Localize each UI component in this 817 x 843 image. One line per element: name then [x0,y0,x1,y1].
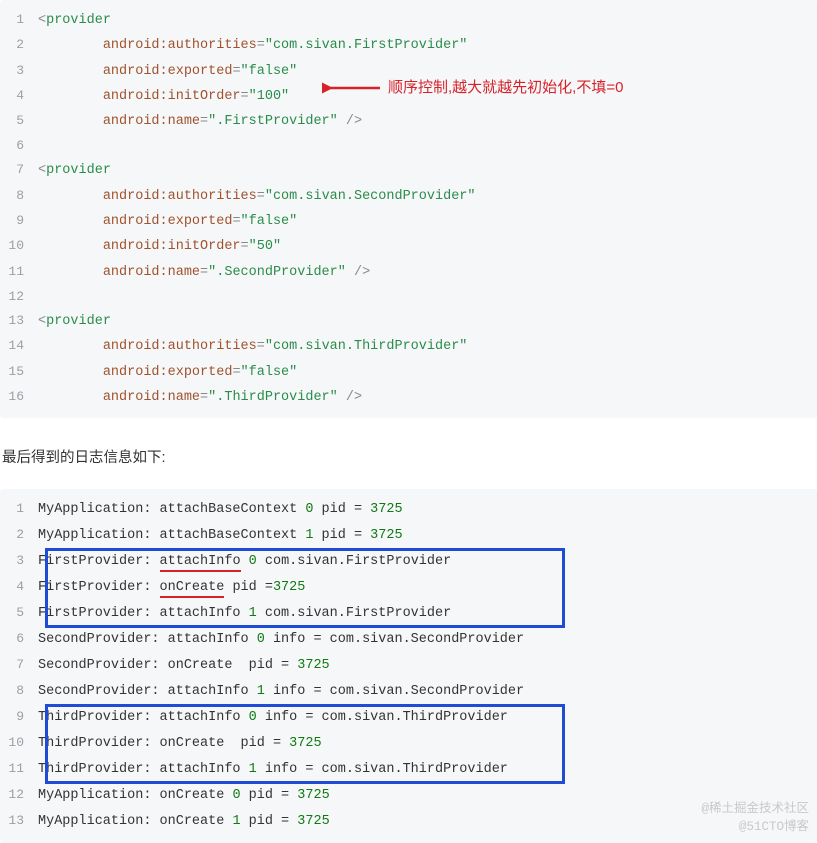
line-number: 4 [0,84,38,107]
line-number: 7 [0,653,38,677]
line-number: 13 [0,309,38,332]
log-line: 6SecondProvider: attachInfo 0 info = com… [0,627,817,653]
code-content: android:exported="false" [38,60,297,84]
line-number: 2 [0,33,38,56]
log-line: 10ThirdProvider: onCreate pid = 3725 [0,731,817,757]
code-line: 7<provider [0,158,817,183]
log-output-block: 1MyApplication: attachBaseContext 0 pid … [0,489,817,843]
line-number: 8 [0,679,38,703]
section-label: 最后得到的日志信息如下: [0,418,817,489]
line-number: 5 [0,601,38,625]
code-line: 13<provider [0,309,817,334]
code-line: 6 [0,134,817,158]
line-number: 9 [0,705,38,729]
log-line: 4FirstProvider: onCreate pid =3725 [0,575,817,601]
log-line: 9ThirdProvider: attachInfo 0 info = com.… [0,705,817,731]
code-content: android:authorities="com.sivan.FirstProv… [38,34,467,58]
code-line: 14 android:authorities="com.sivan.ThirdP… [0,334,817,359]
line-number: 3 [0,549,38,573]
code-line: 2 android:authorities="com.sivan.FirstPr… [0,33,817,58]
code-line: 10 android:initOrder="50" [0,234,817,259]
log-content: ThirdProvider: attachInfo 1 info = com.s… [38,758,508,783]
log-content: FirstProvider: attachInfo 1 com.sivan.Fi… [38,602,451,627]
line-number: 13 [0,809,38,833]
line-number: 2 [0,523,38,547]
code-content: android:authorities="com.sivan.ThirdProv… [38,335,467,359]
log-line: 7SecondProvider: onCreate pid = 3725 [0,653,817,679]
line-number: 10 [0,234,38,257]
log-content: FirstProvider: onCreate pid =3725 [38,576,305,601]
code-line: 15 android:exported="false" [0,360,817,385]
line-number: 9 [0,209,38,232]
log-line: 2MyApplication: attachBaseContext 1 pid … [0,523,817,549]
code-content: android:name=".SecondProvider" /> [38,261,370,285]
code-line: 3 android:exported="false" [0,59,817,84]
log-content: MyApplication: attachBaseContext 1 pid =… [38,524,403,549]
log-content: ThirdProvider: onCreate pid = 3725 [38,732,322,757]
log-line: 12MyApplication: onCreate 0 pid = 3725 [0,783,817,809]
line-number: 3 [0,59,38,82]
code-content: android:exported="false" [38,210,297,234]
log-content: FirstProvider: attachInfo 0 com.sivan.Fi… [38,550,451,575]
line-number: 8 [0,184,38,207]
line-number: 1 [0,8,38,31]
line-number: 11 [0,757,38,781]
line-number: 7 [0,158,38,181]
line-number: 5 [0,109,38,132]
log-line: 5FirstProvider: attachInfo 1 com.sivan.F… [0,601,817,627]
line-number: 10 [0,731,38,755]
line-number: 1 [0,497,38,521]
code-content: <provider [38,159,111,183]
code-content: <provider [38,9,111,33]
line-number: 11 [0,260,38,283]
code-line: 9 android:exported="false" [0,209,817,234]
log-line: 11ThirdProvider: attachInfo 1 info = com… [0,757,817,783]
code-line: 1<provider [0,8,817,33]
log-line: 13MyApplication: onCreate 1 pid = 3725 [0,809,817,835]
line-number: 6 [0,134,38,157]
code-content: android:initOrder="100" [38,85,289,109]
line-number: 15 [0,360,38,383]
code-line: 11 android:name=".SecondProvider" /> [0,260,817,285]
code-content: android:exported="false" [38,361,297,385]
code-line: 8 android:authorities="com.sivan.SecondP… [0,184,817,209]
xml-code-block: 1<provider2 android:authorities="com.siv… [0,0,817,418]
line-number: 12 [0,783,38,807]
line-number: 14 [0,334,38,357]
log-content: MyApplication: attachBaseContext 0 pid =… [38,498,403,523]
log-content: SecondProvider: attachInfo 0 info = com.… [38,628,524,653]
code-line: 4 android:initOrder="100" [0,84,817,109]
code-content: android:authorities="com.sivan.SecondPro… [38,185,476,209]
log-line: 3FirstProvider: attachInfo 0 com.sivan.F… [0,549,817,575]
line-number: 4 [0,575,38,599]
line-number: 6 [0,627,38,651]
code-content: <provider [38,310,111,334]
log-content: MyApplication: onCreate 0 pid = 3725 [38,784,330,809]
code-line: 12 [0,285,817,309]
code-content: android:name=".ThirdProvider" /> [38,386,362,410]
log-content: MyApplication: onCreate 1 pid = 3725 [38,810,330,835]
code-content: android:name=".FirstProvider" /> [38,110,362,134]
log-content: SecondProvider: attachInfo 1 info = com.… [38,680,524,705]
code-line: 16 android:name=".ThirdProvider" /> [0,385,817,410]
log-line: 1MyApplication: attachBaseContext 0 pid … [0,497,817,523]
log-line: 8SecondProvider: attachInfo 1 info = com… [0,679,817,705]
log-content: ThirdProvider: attachInfo 0 info = com.s… [38,706,508,731]
code-content: android:initOrder="50" [38,235,281,259]
code-line: 5 android:name=".FirstProvider" /> [0,109,817,134]
line-number: 16 [0,385,38,408]
log-content: SecondProvider: onCreate pid = 3725 [38,654,330,679]
line-number: 12 [0,285,38,308]
